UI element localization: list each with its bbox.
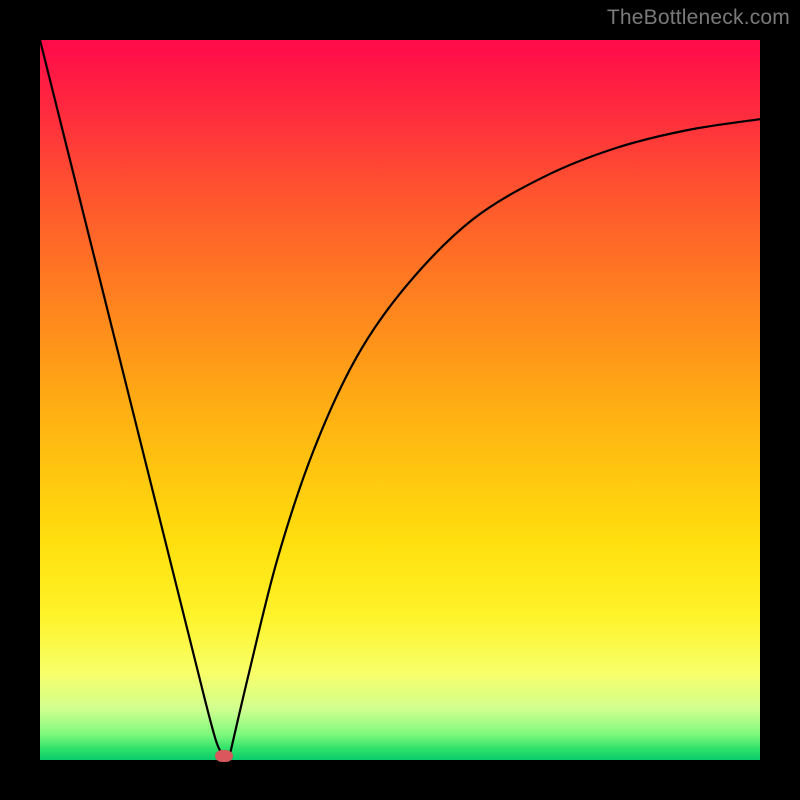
curve-left-branch: [40, 40, 229, 760]
chart-frame: TheBottleneck.com: [0, 0, 800, 800]
plot-area: [40, 40, 760, 760]
bottleneck-curve: [40, 40, 760, 760]
minimum-marker: [215, 750, 233, 762]
watermark-text: TheBottleneck.com: [607, 6, 790, 30]
curve-right-branch: [229, 119, 760, 760]
